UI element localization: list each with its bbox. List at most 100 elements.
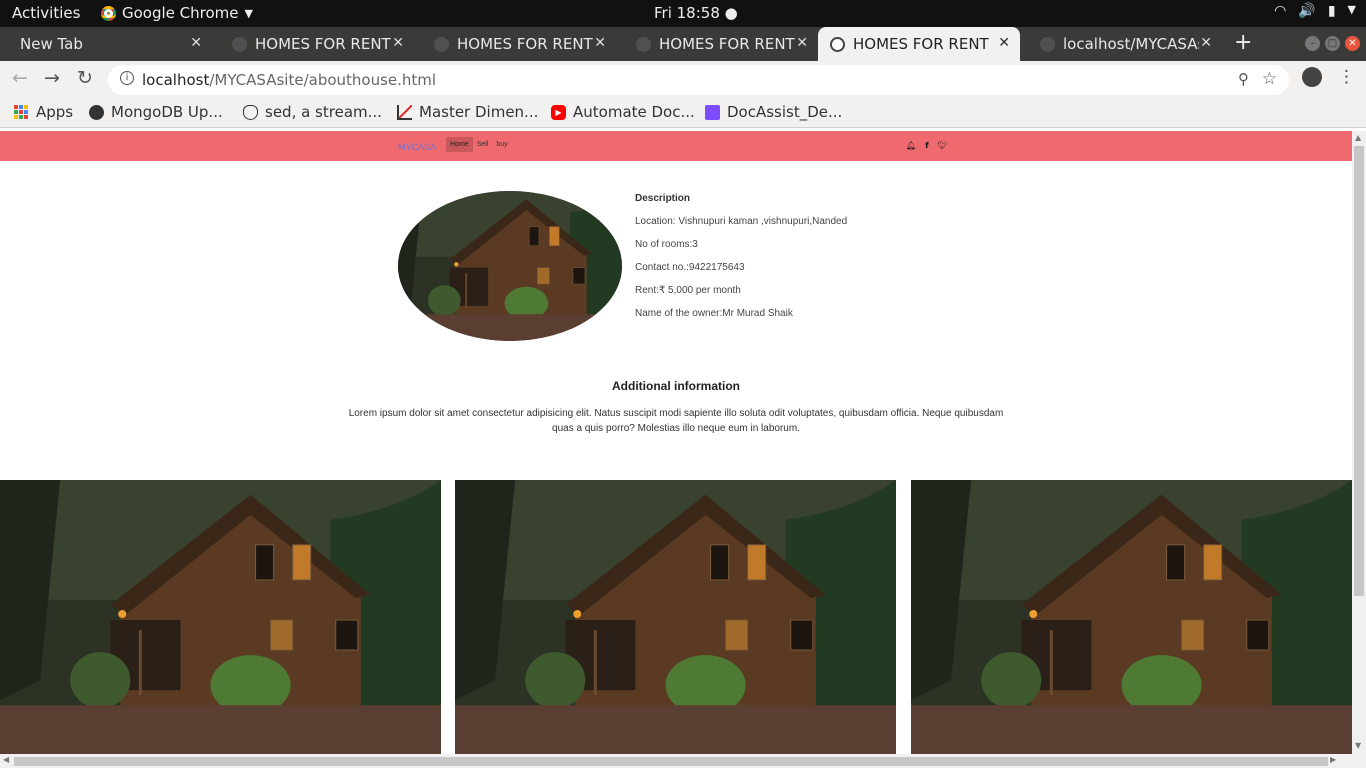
app-name: Google Chrome: [122, 4, 239, 22]
house-photo: [398, 191, 622, 341]
twitter-icon[interactable]: 🐦︎: [938, 141, 948, 150]
nav-link-buy[interactable]: buy: [492, 137, 511, 152]
scroll-left-icon[interactable]: ◀: [3, 755, 9, 764]
additional-text: Lorem ipsum dolor sit amet consectetur a…: [348, 408, 1004, 434]
profile-avatar-icon[interactable]: [1302, 67, 1322, 87]
globe-icon: [830, 36, 845, 52]
minimize-window-icon[interactable]: –: [1305, 36, 1320, 51]
description-rooms: No of rooms:3: [635, 239, 698, 250]
site-info-icon[interactable]: i: [120, 71, 134, 85]
house-description: Description Location: Vishnupuri kaman ,…: [635, 193, 847, 331]
site-navbar: MYCASA Home Sell buy 🔔︎ f 🐦︎: [0, 131, 1352, 161]
chrome-logo-icon: [101, 5, 116, 21]
gallery-image: [455, 480, 896, 754]
forward-button[interactable]: →: [44, 67, 60, 89]
system-tray[interactable]: ◠ 🔊 ▮ ▼: [1274, 3, 1356, 19]
house-photo: [455, 480, 896, 754]
bookmark-master-dimensions[interactable]: Master Dimen...: [397, 103, 538, 121]
web-page: MYCASA Home Sell buy 🔔︎ f 🐦︎ Description…: [0, 131, 1352, 754]
activities-button[interactable]: Activities: [12, 4, 80, 22]
description-contact: Contact no.:9422175643: [635, 262, 745, 273]
tab-homes-for-rent[interactable]: HOMES FOR RENT ✕: [616, 27, 818, 61]
doc-icon: [705, 104, 720, 120]
new-tab-button[interactable]: +: [1234, 30, 1252, 55]
horizontal-scrollbar[interactable]: ◀ ▶: [0, 754, 1366, 768]
tab-title: HOMES FOR RENT: [853, 35, 989, 53]
volume-icon: 🔊: [1298, 3, 1316, 19]
wifi-icon: ◠: [1274, 3, 1287, 19]
globe-icon: [636, 36, 651, 52]
tab-title: HOMES FOR RENT: [659, 35, 795, 53]
tab-homes-for-rent[interactable]: HOMES FOR RENT ✕: [212, 27, 414, 61]
chrome-menu-icon[interactable]: ⋮: [1338, 67, 1355, 87]
facebook-icon[interactable]: f: [925, 141, 928, 150]
description-owner: Name of the owner:Mr Murad Shaik: [635, 308, 793, 319]
url-text[interactable]: localhost/MYCASAsite/abouthouse.html: [142, 71, 436, 89]
system-top-bar: Activities Google Chrome ▼ Fri 18:58 ● ◠…: [0, 0, 1366, 27]
scrollbar-thumb[interactable]: [14, 757, 1328, 766]
house-photo: [911, 480, 1352, 754]
gnu-icon: [243, 104, 258, 120]
bookmark-mongodb[interactable]: MongoDB Up...: [89, 103, 223, 121]
description-title: Description: [635, 193, 691, 204]
scroll-down-icon[interactable]: ▼: [1355, 741, 1361, 750]
close-tab-icon[interactable]: ✕: [190, 35, 202, 51]
scroll-right-icon[interactable]: ▶: [1330, 755, 1336, 764]
nav-link-sell[interactable]: Sell: [473, 137, 493, 152]
close-tab-icon[interactable]: ✕: [594, 35, 606, 51]
site-nav-links: Home Sell buy: [446, 137, 512, 152]
scrollbar-thumb[interactable]: [1354, 146, 1364, 596]
youtube-icon: ▶: [551, 104, 566, 120]
globe-icon: [232, 36, 247, 52]
site-brand[interactable]: MYCASA: [398, 142, 436, 152]
chart-icon: [397, 104, 412, 120]
additional-information: Additional information Lorem ipsum dolor…: [0, 379, 1352, 436]
address-bar[interactable]: i localhost/MYCASAsite/abouthouse.html ⚲…: [108, 65, 1289, 95]
additional-heading: Additional information: [612, 379, 740, 393]
bookmark-apps[interactable]: Apps: [14, 103, 73, 121]
tab-title: localhost/MYCASAs: [1063, 35, 1199, 53]
bookmark-automate-doc[interactable]: ▶ Automate Doc...: [551, 103, 695, 121]
reload-button[interactable]: ↻: [77, 67, 93, 89]
tab-homes-for-rent[interactable]: HOMES FOR RENT ✕: [414, 27, 616, 61]
bell-icon[interactable]: 🔔︎: [906, 141, 916, 150]
scroll-up-icon[interactable]: ▲: [1355, 133, 1361, 142]
clock[interactable]: Fri 18:58 ●: [654, 4, 738, 22]
chevron-down-icon: ▼: [1347, 3, 1356, 16]
close-tab-icon[interactable]: ✕: [1200, 35, 1212, 51]
bookmark-sed[interactable]: sed, a stream...: [243, 103, 382, 121]
close-tab-icon[interactable]: ✕: [392, 35, 404, 51]
back-button[interactable]: ←: [12, 67, 28, 89]
maximize-window-icon[interactable]: □: [1325, 36, 1340, 51]
close-tab-icon[interactable]: ✕: [796, 35, 808, 51]
tab-new-tab[interactable]: New Tab ✕: [0, 27, 212, 61]
description-rent: Rent:₹ 5,000 per month: [635, 285, 741, 296]
browser-toolbar: ← → ↻ i localhost/MYCASAsite/abouthouse.…: [0, 61, 1366, 97]
zoom-icon[interactable]: ⚲: [1238, 70, 1249, 88]
gallery-image: [0, 480, 441, 754]
close-tab-icon[interactable]: ✕: [998, 35, 1010, 51]
bookmark-docassist[interactable]: DocAssist_De...: [705, 103, 842, 121]
gallery-image: [911, 480, 1352, 754]
globe-icon: [434, 36, 449, 52]
tab-title: New Tab: [20, 35, 83, 53]
social-links: 🔔︎ f 🐦︎: [906, 141, 948, 150]
tab-title: HOMES FOR RENT: [255, 35, 391, 53]
globe-icon: [1040, 36, 1055, 52]
description-location: Location: Vishnupuri kaman ,vishnupuri,N…: [635, 216, 848, 227]
bookmark-star-icon[interactable]: ☆: [1262, 69, 1277, 89]
app-menu[interactable]: Google Chrome ▼: [101, 4, 253, 22]
apps-grid-icon: [14, 104, 29, 120]
house-main-image: [398, 191, 622, 341]
tab-homes-for-rent-active[interactable]: HOMES FOR RENT ✕: [818, 27, 1020, 61]
tab-strip: New Tab ✕ HOMES FOR RENT ✕ HOMES FOR REN…: [0, 27, 1366, 61]
globe-icon: [89, 104, 104, 120]
tab-localhost[interactable]: localhost/MYCASAs ✕: [1020, 27, 1222, 61]
chevron-down-icon: ▼: [244, 6, 253, 20]
house-photo: [0, 480, 441, 754]
bookmarks-bar: Apps MongoDB Up... sed, a stream... Mast…: [0, 97, 1366, 128]
vertical-scrollbar[interactable]: ▲ ▼: [1352, 131, 1366, 754]
tab-title: HOMES FOR RENT: [457, 35, 593, 53]
close-window-icon[interactable]: ✕: [1345, 36, 1360, 51]
nav-link-home[interactable]: Home: [446, 137, 473, 152]
